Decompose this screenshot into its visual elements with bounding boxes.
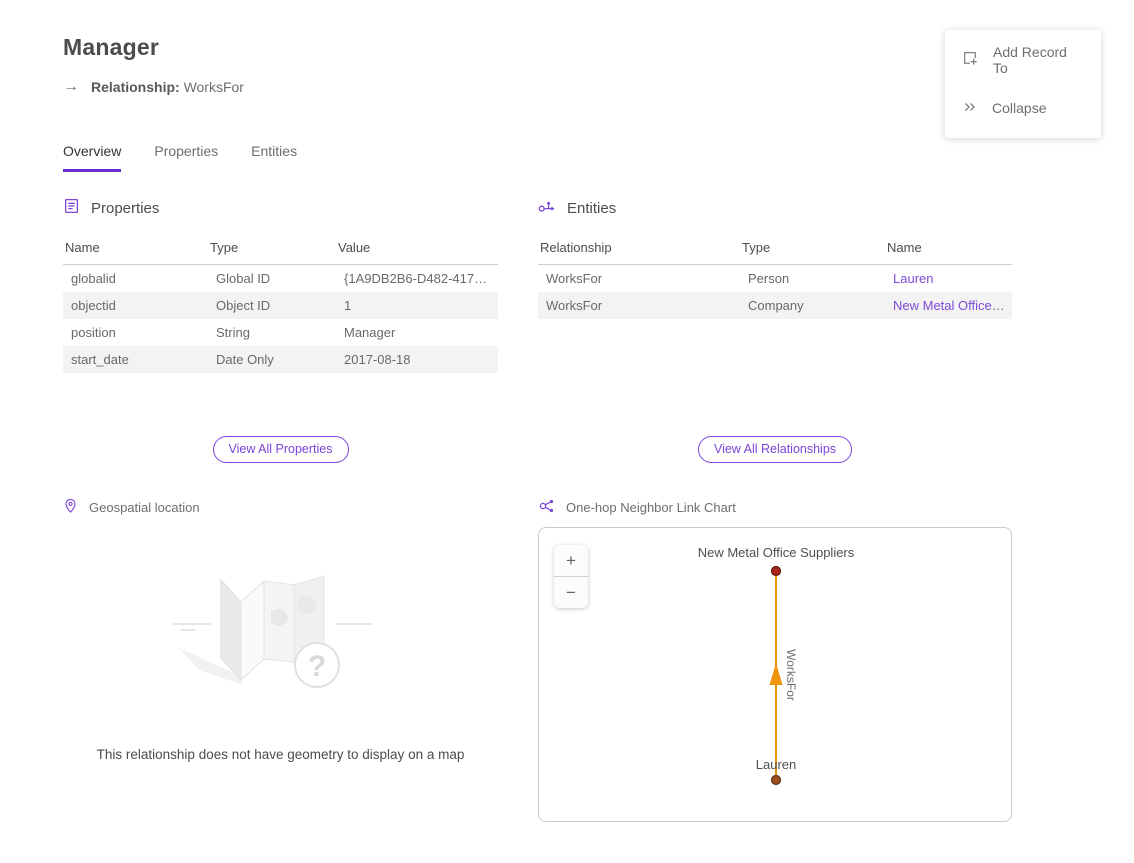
context-menu: Add Record To Collapse [945,30,1101,138]
geospatial-section-header: Geospatial location [63,498,498,517]
cell-name: objectid [63,292,208,319]
column-header: Name [885,232,1012,265]
collapse-icon [962,99,978,118]
entities-section-title: Entities [567,200,616,217]
relationship-subtitle: → Relationship: WorksFor [63,78,244,96]
cell-name: Lauren [885,265,1012,293]
cell-type: Person [740,265,885,293]
edge-arrow [770,663,783,685]
column-header: Value [336,232,498,265]
entity-link-company[interactable]: New Metal Office ... [893,298,1006,313]
page-title: Manager [63,34,159,61]
edge-label: WorksFor [784,649,798,701]
properties-section-header: Properties [63,198,498,219]
add-record-icon [962,50,979,70]
zoom-in-button[interactable]: + [554,545,588,576]
relationship-arrow-icon: → [63,78,79,96]
menu-item-collapse[interactable]: Collapse [945,84,1101,132]
properties-section-title: Properties [91,200,159,217]
cell-value: {1A9DB2B6-D482-4170-... [336,265,498,293]
geospatial-section-title: Geospatial location [89,500,200,515]
table-row: objectid Object ID 1 [63,292,498,319]
question-mark-glyph: ? [307,650,325,683]
tab-properties[interactable]: Properties [154,143,218,172]
table-row: WorksFor Company New Metal Office ... [538,292,1012,319]
node-company [772,567,781,576]
cell-name: start_date [63,346,208,373]
link-chart-section-header: One-hop Neighbor Link Chart [538,498,1012,517]
menu-item-label: Add Record To [993,44,1084,76]
table-row: start_date Date Only 2017-08-18 [63,346,498,373]
column-header: Type [740,232,885,265]
properties-icon [63,198,80,219]
geometry-empty-message: This relationship does not have geometry… [33,747,528,762]
cell-name: position [63,319,208,346]
cell-value: 2017-08-18 [336,346,498,373]
column-header: Relationship [538,232,740,265]
column-header: Name [63,232,208,265]
node-label-person: Lauren [756,757,796,772]
zoom-out-button[interactable]: − [554,577,588,608]
view-all-properties-button[interactable]: View All Properties [213,436,349,463]
cell-type: Global ID [208,265,336,293]
menu-item-label: Collapse [992,100,1046,116]
cell-relationship: WorksFor [538,265,740,293]
properties-table: Name Type Value globalid Global ID {1A9D… [63,232,498,373]
entities-table: Relationship Type Name WorksFor Person L… [538,232,1012,319]
column-header: Type [208,232,336,265]
cell-relationship: WorksFor [538,292,740,319]
map-pin-icon [63,498,78,517]
cell-type: Object ID [208,292,336,319]
entities-section: Entities Relationship Type Name WorksFor… [538,198,1012,319]
properties-viewall-wrap: View All Properties [63,436,498,463]
cell-type: String [208,319,336,346]
properties-table-header-row: Name Type Value [63,232,498,265]
cell-name: New Metal Office ... [885,292,1012,319]
zoom-control: + − [554,545,588,608]
entities-viewall-wrap: View All Relationships [538,436,1012,463]
entities-icon [538,198,556,219]
table-row: position String Manager [63,319,498,346]
map-placeholder-illustration: ? [63,552,498,727]
node-person [772,776,781,785]
tab-entities[interactable]: Entities [251,143,297,172]
link-chart-canvas[interactable]: WorksFor New Metal Office Suppliers Laur… [538,527,1012,822]
cell-type: Date Only [208,346,336,373]
cell-name: globalid [63,265,208,293]
menu-item-add-record-to[interactable]: Add Record To [945,36,1101,84]
node-label-company: New Metal Office Suppliers [698,545,855,560]
relationship-label: Relationship: WorksFor [91,79,244,95]
cell-value: 1 [336,292,498,319]
view-all-relationships-button[interactable]: View All Relationships [698,436,852,463]
table-row: WorksFor Person Lauren [538,265,1012,293]
entity-link-lauren[interactable]: Lauren [893,271,933,286]
entities-table-header-row: Relationship Type Name [538,232,1012,265]
cell-value: Manager [336,319,498,346]
properties-section: Properties Name Type Value globalid Glob… [63,198,498,373]
tab-bar: Overview Properties Entities [63,143,297,172]
link-chart-icon [538,498,555,517]
relationship-value: WorksFor [184,79,244,95]
table-row: globalid Global ID {1A9DB2B6-D482-4170-.… [63,265,498,293]
cell-type: Company [740,292,885,319]
link-chart-section-title: One-hop Neighbor Link Chart [566,500,736,515]
entities-section-header: Entities [538,198,1012,219]
tab-overview[interactable]: Overview [63,143,121,172]
